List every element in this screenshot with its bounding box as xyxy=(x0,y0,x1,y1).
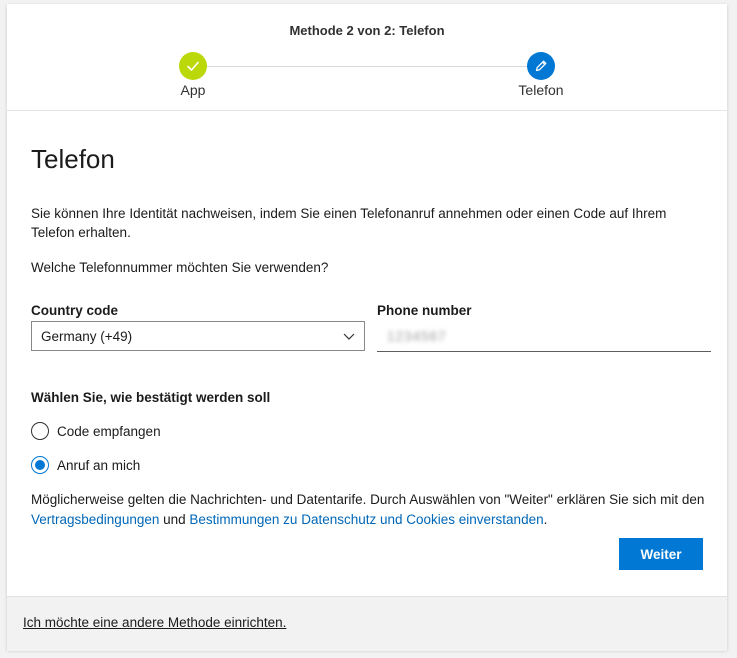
terms-link[interactable]: Vertragsbedingungen xyxy=(31,512,159,527)
footer: Ich möchte eine andere Methode einrichte… xyxy=(7,596,727,651)
radio-button-code[interactable] xyxy=(31,422,49,440)
radio-option-call[interactable]: Anruf an mich xyxy=(31,456,140,474)
country-code-label: Country code xyxy=(31,303,119,318)
country-code-select[interactable]: Germany (+49) xyxy=(31,321,365,351)
chevron-down-icon xyxy=(343,333,355,340)
step-app-label: App xyxy=(180,82,206,98)
method-title: Methode 2 von 2: Telefon xyxy=(289,23,445,38)
radio-selected-dot xyxy=(35,460,45,470)
verification-method-title: Wählen Sie, wie bestätigt werden soll xyxy=(31,390,271,405)
step-app-indicator xyxy=(179,52,207,80)
phone-number-input[interactable]: 1234567 xyxy=(377,321,711,352)
phone-number-label: Phone number xyxy=(377,303,472,318)
setup-card: Methode 2 von 2: Telefon App Telefon Tel… xyxy=(7,4,727,651)
next-button[interactable]: Weiter xyxy=(619,538,703,570)
radio-button-call[interactable] xyxy=(31,456,49,474)
country-code-value: Germany (+49) xyxy=(41,328,133,344)
step-phone-indicator xyxy=(527,52,555,80)
check-icon xyxy=(187,61,199,71)
phone-question: Welche Telefonnummer möchten Sie verwend… xyxy=(31,260,329,275)
progress-line xyxy=(199,66,527,67)
radio-label-call: Anruf an mich xyxy=(57,457,141,473)
other-method-link[interactable]: Ich möchte eine andere Methode einrichte… xyxy=(23,615,286,630)
step-phone-label: Telefon xyxy=(518,82,564,98)
privacy-link[interactable]: Bestimmungen zu Datenschutz und Cookies … xyxy=(189,512,543,527)
phone-number-value: 1234567 xyxy=(387,328,447,344)
legal-text-before: Möglicherweise gelten die Nachrichten- u… xyxy=(31,492,705,507)
legal-text-after: . xyxy=(543,511,548,527)
legal-text-middle: und xyxy=(159,511,190,527)
progress-header: Methode 2 von 2: Telefon App Telefon xyxy=(7,4,727,111)
radio-option-code[interactable]: Code empfangen xyxy=(31,422,161,440)
page-title: Telefon xyxy=(31,144,115,174)
pencil-icon xyxy=(535,60,547,72)
description-text: Sie können Ihre Identität nachweisen, in… xyxy=(31,206,667,240)
legal-notice: Möglicherweise gelten die Nachrichten- u… xyxy=(31,490,711,529)
radio-label-code: Code empfangen xyxy=(57,423,161,439)
